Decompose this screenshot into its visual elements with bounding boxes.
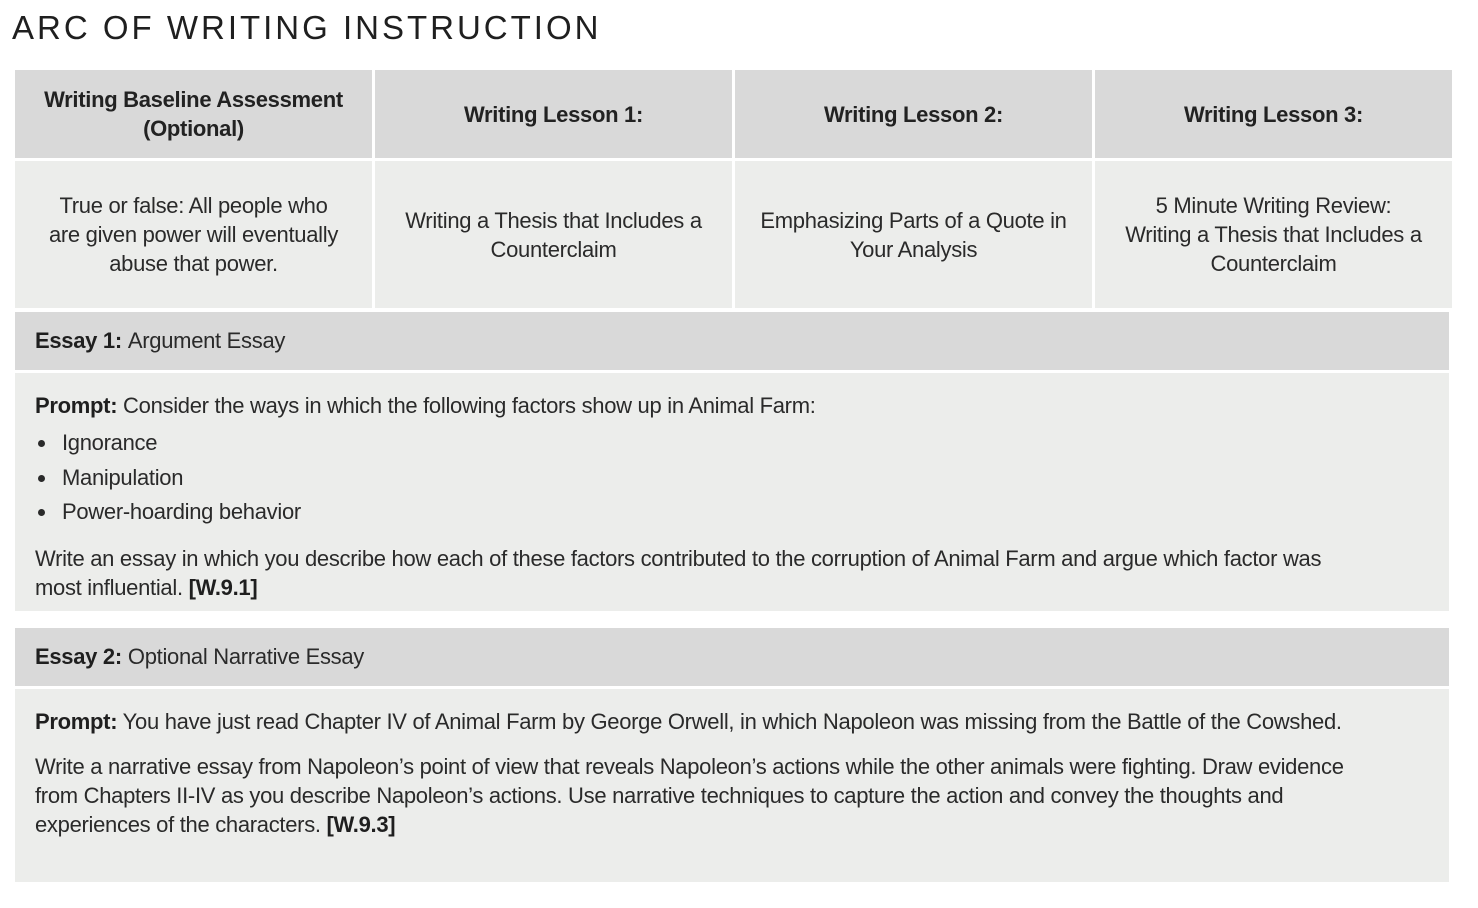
essay-1-instruction: Write an essay in which you describe how…: [35, 544, 1325, 602]
header-baseline-assessment: Writing Baseline Assessment (Optional): [15, 70, 372, 158]
baseline-assessment-description: True or false: All people who are given …: [15, 161, 372, 308]
essay-1-standard: [W.9.1]: [188, 574, 258, 600]
essay-2-instruction: Write a narrative essay from Napoleon’s …: [35, 752, 1355, 839]
lesson-1-description: Writing a Thesis that Includes a Counter…: [375, 161, 732, 308]
header-writing-lesson-2: Writing Lesson 2:: [735, 70, 1092, 158]
bullet-icon: [38, 509, 45, 516]
bullet-icon: [38, 440, 45, 447]
essay-2-standard: [W.9.3]: [326, 812, 396, 837]
essay-1-prompt-label: Prompt:: [35, 393, 118, 418]
lesson-3-description: 5 Minute Writing Review: Writing a Thesi…: [1095, 161, 1452, 308]
lesson-2-description: Emphasizing Parts of a Quote in Your Ana…: [735, 161, 1092, 308]
lessons-table: Writing Baseline Assessment (Optional) W…: [15, 70, 1452, 308]
list-item: Manipulation: [35, 461, 1429, 496]
essay-2-body: Prompt: You have just read Chapter IV of…: [15, 689, 1449, 882]
essay-1-factor-list: Ignorance Manipulation Power-hoarding be…: [35, 426, 1429, 530]
essay-2-prompt: Prompt: You have just read Chapter IV of…: [35, 707, 1355, 736]
essay-1-type: Argument Essay: [127, 328, 286, 353]
essay-1-prompt: Prompt: Consider the ways in which the f…: [35, 391, 1429, 420]
page-title: ARC OF WRITING INSTRUCTION: [12, 9, 602, 46]
list-item: Power-hoarding behavior: [35, 495, 1429, 530]
essay-2-prompt-label: Prompt:: [35, 709, 118, 734]
essay-2-instruction-text: Write a narrative essay from Napoleon’s …: [35, 754, 1344, 837]
essay-1-label: Essay 1:: [35, 328, 122, 353]
bullet-icon: [38, 474, 45, 482]
list-item: Ignorance: [35, 426, 1429, 461]
essay-2-type: Optional Narrative Essay: [127, 644, 365, 669]
essay-2-label: Essay 2:: [35, 644, 122, 669]
essay-2-header: Essay 2: Optional Narrative Essay: [15, 628, 1449, 686]
essay-1-header: Essay 1: Argument Essay: [15, 312, 1449, 370]
header-writing-lesson-3: Writing Lesson 3:: [1095, 70, 1452, 158]
essay-1-prompt-text: Consider the ways in which the following…: [123, 393, 816, 418]
essay-1-body: Prompt: Consider the ways in which the f…: [15, 373, 1449, 611]
header-writing-lesson-1: Writing Lesson 1:: [375, 70, 732, 158]
essay-2-prompt-text: You have just read Chapter IV of Animal …: [122, 709, 1342, 734]
